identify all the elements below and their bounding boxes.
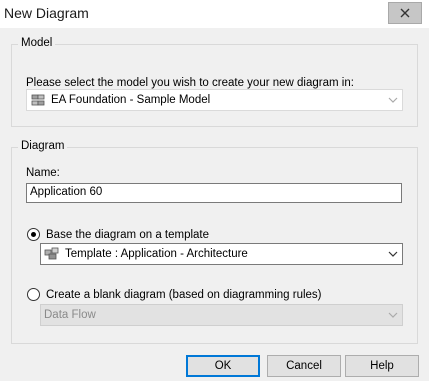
- window-title: New Diagram: [4, 5, 89, 21]
- model-select-value: EA Foundation - Sample Model: [51, 94, 211, 106]
- template-radio[interactable]: [27, 228, 40, 241]
- name-label: Name:: [26, 167, 60, 179]
- chevron-down-icon[interactable]: [384, 90, 402, 110]
- ok-button[interactable]: OK: [186, 355, 260, 377]
- blank-option-label: Create a blank diagram (based on diagram…: [46, 288, 322, 301]
- blank-option[interactable]: Create a blank diagram (based on diagram…: [27, 288, 322, 301]
- chevron-down-icon: [384, 305, 402, 325]
- diagram-name-input[interactable]: Application 60: [26, 183, 402, 203]
- model-icon: [30, 93, 46, 107]
- template-option-label: Base the diagram on a template: [46, 228, 210, 241]
- template-select-value: Template : Application - Architecture: [65, 248, 248, 260]
- diagram-group-legend: Diagram: [18, 140, 68, 152]
- template-select[interactable]: Template : Application - Architecture: [40, 243, 403, 265]
- close-button[interactable]: [388, 2, 422, 24]
- rules-select: Data Flow: [40, 304, 403, 326]
- chevron-down-icon[interactable]: [384, 244, 402, 264]
- model-prompt-label: Please select the model you wish to crea…: [26, 77, 354, 89]
- model-select[interactable]: EA Foundation - Sample Model: [26, 89, 403, 111]
- template-icon: [44, 247, 60, 261]
- rules-select-value: Data Flow: [44, 309, 96, 321]
- template-option[interactable]: Base the diagram on a template: [27, 228, 209, 241]
- blank-radio[interactable]: [27, 288, 40, 301]
- title-bar: New Diagram: [0, 0, 429, 28]
- cancel-button[interactable]: Cancel: [267, 355, 341, 377]
- close-icon: [400, 8, 410, 18]
- help-button[interactable]: Help: [345, 355, 419, 377]
- model-group-legend: Model: [18, 37, 56, 49]
